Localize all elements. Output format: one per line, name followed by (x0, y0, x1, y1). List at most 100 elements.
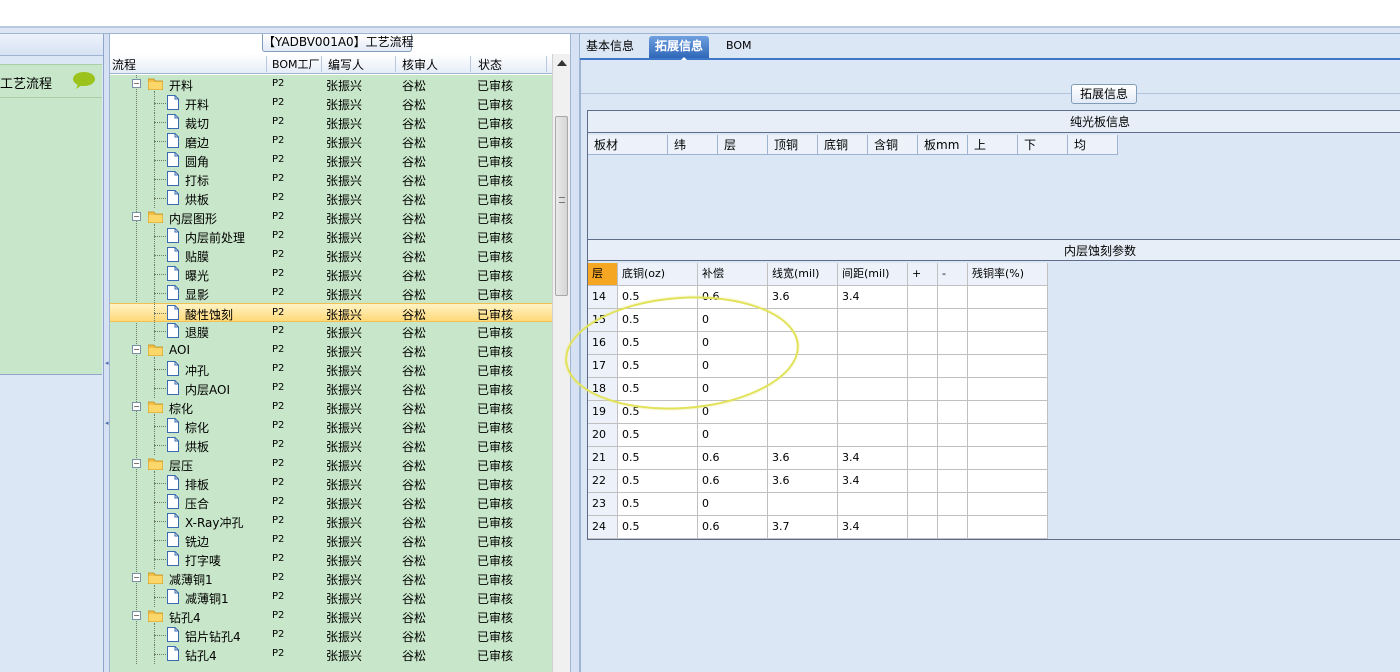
tree-scrollbar[interactable] (552, 54, 570, 672)
etch-cell[interactable] (838, 309, 908, 332)
etch-cell[interactable]: 0 (698, 493, 768, 516)
etch-cell[interactable] (908, 355, 938, 378)
splitter-arrow-icon[interactable]: ◂ (105, 359, 109, 367)
etch-cell[interactable]: 0.5 (618, 286, 698, 309)
etch-cell[interactable]: 0 (698, 424, 768, 447)
etch-cell[interactable]: 3.6 (768, 447, 838, 470)
etch-cell[interactable]: 0 (698, 309, 768, 332)
etch-cell[interactable]: 0 (698, 401, 768, 424)
etch-cell[interactable]: 3.4 (838, 470, 908, 493)
tree-group-row[interactable]: − 开料 P2 张振兴 谷松 已审核 (110, 75, 552, 95)
tree-row[interactable]: 压合 P2 张振兴 谷松 已审核 (110, 493, 552, 512)
tree-row[interactable]: 冲孔 P2 张振兴 谷松 已审核 (110, 360, 552, 379)
etch-cell[interactable]: 3.6 (768, 286, 838, 309)
etch-cell[interactable] (938, 332, 968, 355)
etch-cell[interactable]: 0 (698, 355, 768, 378)
etch-cell[interactable]: 0.5 (618, 309, 698, 332)
etch-cell[interactable] (968, 516, 1048, 539)
etch-cell[interactable]: 3.4 (838, 447, 908, 470)
tree-row[interactable]: 显影 P2 张振兴 谷松 已审核 (110, 284, 552, 303)
etch-col-header[interactable]: 层 (588, 263, 618, 286)
etch-cell[interactable]: 0.5 (618, 493, 698, 516)
etch-col-header[interactable]: 底铜(oz) (618, 263, 698, 286)
etch-cell[interactable] (838, 401, 908, 424)
tree-row[interactable]: 内层AOI P2 张振兴 谷松 已审核 (110, 379, 552, 398)
etch-cell[interactable]: 0 (698, 378, 768, 401)
collapse-toggle-icon[interactable]: − (132, 79, 141, 88)
collapse-toggle-icon[interactable]: − (132, 573, 141, 582)
etch-cell[interactable] (768, 401, 838, 424)
etch-cell[interactable]: 0.5 (618, 332, 698, 355)
etch-cell[interactable] (938, 447, 968, 470)
etch-cell[interactable] (968, 378, 1048, 401)
tree-row[interactable]: 开料 P2 张振兴 谷松 已审核 (110, 94, 552, 113)
collapse-toggle-icon[interactable]: − (132, 345, 141, 354)
nav-item-process-flow[interactable]: 工艺流程 (0, 64, 102, 98)
tree-row[interactable]: 棕化 P2 张振兴 谷松 已审核 (110, 417, 552, 436)
col-header-bom[interactable]: BOM工厂 (272, 56, 320, 72)
bare-board-col-header[interactable]: 下 (1018, 135, 1068, 155)
collapse-toggle-icon[interactable]: − (132, 611, 141, 620)
tree-row[interactable]: 裁切 P2 张振兴 谷松 已审核 (110, 113, 552, 132)
tree-row[interactable]: 酸性蚀刻 P2 张振兴 谷松 已审核 (110, 303, 552, 323)
etch-cell[interactable] (838, 424, 908, 447)
tree-group-row[interactable]: − 钻孔4 P2 张振兴 谷松 已审核 (110, 607, 552, 627)
col-header-reviewer[interactable]: 核审人 (402, 56, 438, 73)
tree-row[interactable]: X-Ray冲孔 P2 张振兴 谷松 已审核 (110, 512, 552, 531)
etch-cell[interactable]: 0.5 (618, 378, 698, 401)
col-header-status[interactable]: 状态 (478, 56, 502, 73)
etch-cell[interactable]: 0.6 (698, 286, 768, 309)
etch-cell[interactable] (908, 309, 938, 332)
etch-cell[interactable] (838, 355, 908, 378)
etch-col-header[interactable]: 间距(mil) (838, 263, 908, 286)
etch-cell[interactable]: 0.5 (618, 424, 698, 447)
collapse-toggle-icon[interactable]: − (132, 212, 141, 221)
tree-group-row[interactable]: − 棕化 P2 张振兴 谷松 已审核 (110, 398, 552, 418)
bare-board-col-header[interactable]: 板mm (918, 135, 968, 155)
tree-row[interactable]: 排板 P2 张振兴 谷松 已审核 (110, 474, 552, 493)
etch-cell[interactable] (908, 401, 938, 424)
collapse-toggle-icon[interactable]: − (132, 402, 141, 411)
etch-col-header[interactable]: + (908, 263, 938, 286)
etch-cell[interactable] (838, 378, 908, 401)
etch-cell[interactable] (908, 286, 938, 309)
col-header-author[interactable]: 编写人 (328, 56, 364, 73)
etch-cell[interactable] (908, 516, 938, 539)
bare-board-col-header[interactable]: 纬 (668, 135, 718, 155)
etch-cell[interactable]: 0.5 (618, 470, 698, 493)
etch-cell[interactable]: 0.6 (698, 470, 768, 493)
etch-cell[interactable] (938, 516, 968, 539)
etch-cell[interactable] (938, 309, 968, 332)
tree-row[interactable]: 烘板 P2 张振兴 谷松 已审核 (110, 436, 552, 455)
scroll-up-icon[interactable] (557, 60, 567, 66)
tree-row[interactable]: 磨边 P2 张振兴 谷松 已审核 (110, 132, 552, 151)
scroll-thumb[interactable] (555, 116, 568, 296)
right-splitter[interactable] (570, 34, 580, 672)
etch-cell[interactable]: 0.6 (698, 447, 768, 470)
etch-col-header[interactable]: - (938, 263, 968, 286)
tree-row[interactable]: 钻孔4 P2 张振兴 谷松 已审核 (110, 645, 552, 664)
etch-cell[interactable] (968, 493, 1048, 516)
etch-cell[interactable]: 3.6 (768, 470, 838, 493)
bare-board-col-header[interactable]: 含铜 (868, 135, 918, 155)
etch-cell[interactable]: 0.5 (618, 447, 698, 470)
etch-cell[interactable] (968, 286, 1048, 309)
tree-group-row[interactable]: − AOI P2 张振兴 谷松 已审核 (110, 341, 552, 361)
etch-cell[interactable] (938, 493, 968, 516)
etch-cell[interactable]: 3.4 (838, 286, 908, 309)
etch-cell[interactable] (938, 286, 968, 309)
etch-cell[interactable] (768, 332, 838, 355)
tree-row[interactable]: 内层前处理 P2 张振兴 谷松 已审核 (110, 227, 552, 246)
tree-row[interactable]: 曝光 P2 张振兴 谷松 已审核 (110, 265, 552, 284)
etch-cell[interactable] (968, 309, 1048, 332)
tab-basic-info[interactable]: 基本信息 (580, 36, 640, 58)
etch-cell[interactable] (908, 332, 938, 355)
tree-row[interactable]: 圆角 P2 张振兴 谷松 已审核 (110, 151, 552, 170)
bare-board-col-header[interactable]: 顶铜 (768, 135, 818, 155)
tree-row[interactable]: 烘板 P2 张振兴 谷松 已审核 (110, 189, 552, 208)
splitter-arrow-icon[interactable]: ◂ (105, 419, 109, 427)
tree-group-row[interactable]: − 减薄铜1 P2 张振兴 谷松 已审核 (110, 569, 552, 589)
tree-row[interactable]: 打字唛 P2 张振兴 谷松 已审核 (110, 550, 552, 569)
tree-row[interactable]: 铝片钻孔4 P2 张振兴 谷松 已审核 (110, 626, 552, 645)
etch-cell[interactable] (938, 470, 968, 493)
